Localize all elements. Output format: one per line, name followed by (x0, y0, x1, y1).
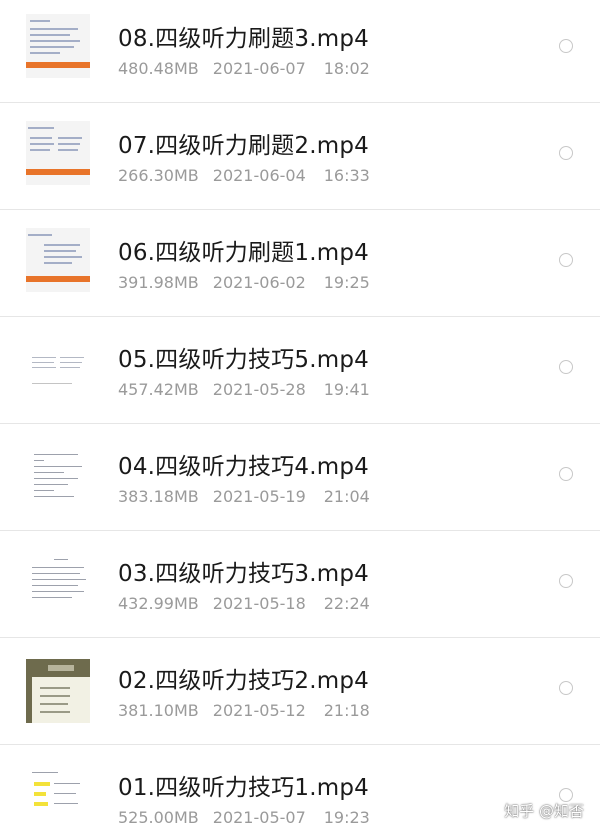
select-radio[interactable] (559, 574, 573, 588)
watermark: 知乎 @知否 (504, 802, 584, 820)
file-date: 2021-05-18 (212, 594, 306, 613)
video-thumbnail (26, 659, 90, 723)
video-thumbnail (26, 766, 90, 830)
select-radio[interactable] (559, 39, 573, 53)
video-thumbnail (26, 121, 90, 185)
file-meta: 383.18MB 2021-05-19 21:04 (118, 487, 370, 506)
video-thumbnail (26, 14, 90, 78)
file-name: 07.四级听力刷题2.mp4 (118, 133, 369, 159)
file-date: 2021-05-12 (212, 701, 306, 720)
file-time: 21:18 (323, 701, 370, 720)
file-row[interactable]: 06.四级听力刷题1.mp4 391.98MB 2021-06-02 19:25 (0, 211, 600, 317)
file-name: 06.四级听力刷题1.mp4 (118, 240, 369, 266)
video-thumbnail (26, 549, 90, 613)
file-size: 432.99MB (118, 594, 199, 613)
file-meta: 480.48MB 2021-06-07 18:02 (118, 59, 370, 78)
file-size: 383.18MB (118, 487, 199, 506)
file-name: 03.四级听力技巧3.mp4 (118, 561, 369, 587)
file-date: 2021-06-04 (212, 166, 306, 185)
video-thumbnail (26, 228, 90, 292)
file-name: 04.四级听力技巧4.mp4 (118, 454, 369, 480)
file-row[interactable]: 05.四级听力技巧5.mp4 457.42MB 2021-05-28 19:41 (0, 318, 600, 424)
file-row[interactable]: 04.四级听力技巧4.mp4 383.18MB 2021-05-19 21:04 (0, 425, 600, 531)
file-row[interactable]: 07.四级听力刷题2.mp4 266.30MB 2021-06-04 16:33 (0, 104, 600, 210)
file-time: 18:02 (323, 59, 370, 78)
file-row[interactable]: 01.四级听力技巧1.mp4 525.00MB 2021-05-07 19:23 (0, 746, 600, 837)
file-meta: 525.00MB 2021-05-07 19:23 (118, 808, 370, 827)
select-radio[interactable] (559, 146, 573, 160)
file-size: 457.42MB (118, 380, 199, 399)
file-name: 05.四级听力技巧5.mp4 (118, 347, 369, 373)
select-radio[interactable] (559, 360, 573, 374)
file-meta: 266.30MB 2021-06-04 16:33 (118, 166, 370, 185)
file-time: 19:41 (323, 380, 370, 399)
file-meta: 391.98MB 2021-06-02 19:25 (118, 273, 370, 292)
select-radio[interactable] (559, 253, 573, 267)
file-size: 381.10MB (118, 701, 199, 720)
file-date: 2021-05-07 (212, 808, 306, 827)
file-meta: 381.10MB 2021-05-12 21:18 (118, 701, 370, 720)
file-size: 391.98MB (118, 273, 199, 292)
file-size: 266.30MB (118, 166, 199, 185)
file-time: 21:04 (323, 487, 370, 506)
file-name: 02.四级听力技巧2.mp4 (118, 668, 369, 694)
select-radio[interactable] (559, 681, 573, 695)
file-meta: 432.99MB 2021-05-18 22:24 (118, 594, 370, 613)
file-name: 01.四级听力技巧1.mp4 (118, 775, 369, 801)
file-meta: 457.42MB 2021-05-28 19:41 (118, 380, 370, 399)
video-thumbnail (26, 335, 90, 399)
file-row[interactable]: 03.四级听力技巧3.mp4 432.99MB 2021-05-18 22:24 (0, 532, 600, 638)
file-time: 19:25 (323, 273, 370, 292)
file-list: 08.四级听力刷题3.mp4 480.48MB 2021-06-07 18:02 0… (0, 0, 600, 837)
file-size: 525.00MB (118, 808, 199, 827)
file-date: 2021-06-02 (212, 273, 306, 292)
video-thumbnail (26, 442, 90, 506)
file-row[interactable]: 08.四级听力刷题3.mp4 480.48MB 2021-06-07 18:02 (0, 0, 600, 103)
file-date: 2021-05-28 (212, 380, 306, 399)
select-radio[interactable] (559, 467, 573, 481)
file-name: 08.四级听力刷题3.mp4 (118, 26, 369, 52)
file-time: 22:24 (323, 594, 370, 613)
file-date: 2021-05-19 (212, 487, 306, 506)
file-date: 2021-06-07 (212, 59, 306, 78)
file-size: 480.48MB (118, 59, 199, 78)
file-time: 16:33 (323, 166, 370, 185)
file-time: 19:23 (323, 808, 370, 827)
file-row[interactable]: 02.四级听力技巧2.mp4 381.10MB 2021-05-12 21:18 (0, 639, 600, 745)
